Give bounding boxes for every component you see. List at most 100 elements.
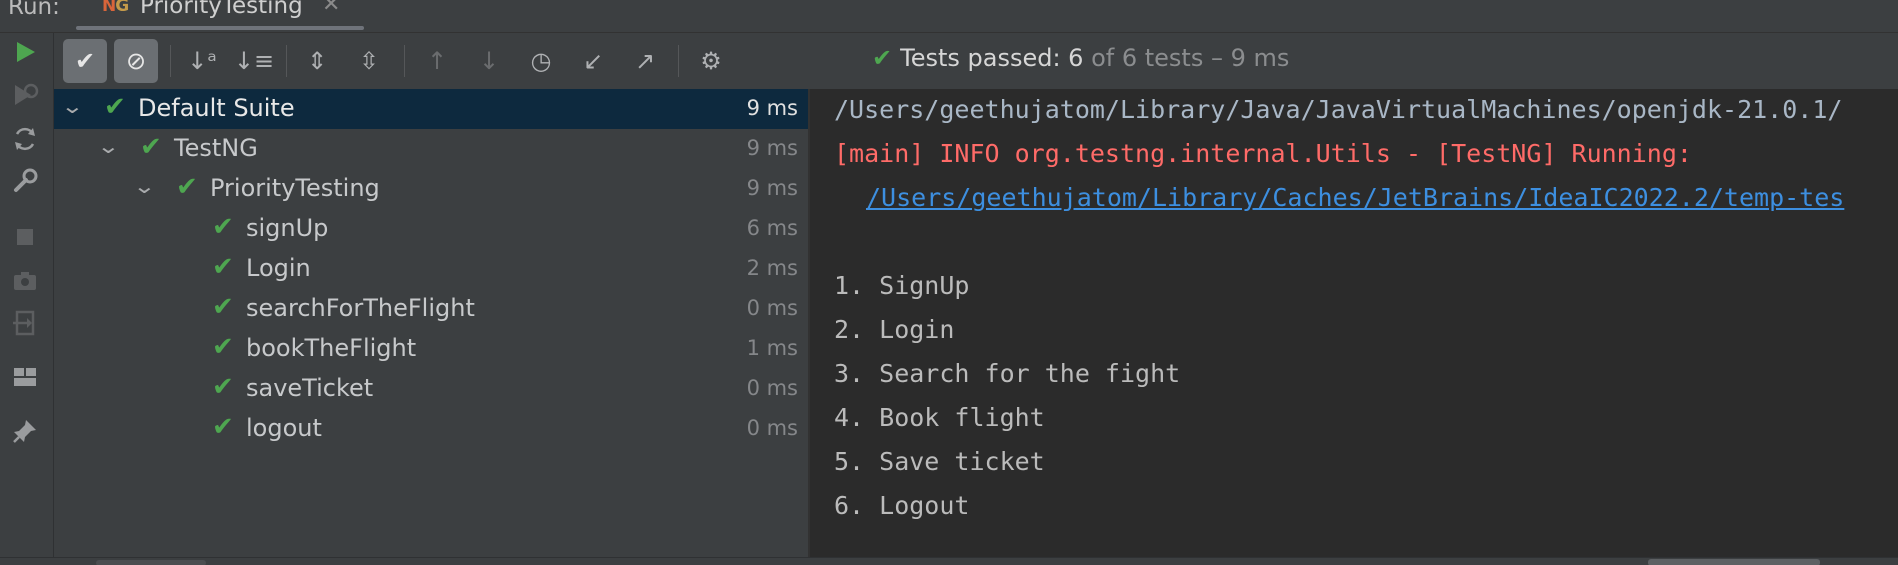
test-status: ✔ Tests passed: 6 of 6 tests – 9 ms xyxy=(872,44,1289,72)
show-ignored-button[interactable]: ⊘ xyxy=(114,39,158,83)
clock-icon: ◷ xyxy=(530,47,552,75)
chevron-down-icon[interactable]: ⌄ xyxy=(61,94,84,118)
console-output-line: 3. Search for the fight xyxy=(834,359,1181,388)
tree-row-test[interactable]: ✔ saveTicket 0 ms xyxy=(54,369,808,409)
tree-node-duration: 6 ms xyxy=(746,216,798,240)
settings-button[interactable]: ⚙ xyxy=(689,39,733,83)
active-tab-underline xyxy=(76,26,364,30)
show-passed-button[interactable]: ✔ xyxy=(63,39,107,83)
tree-node-duration: 0 ms xyxy=(746,296,798,320)
toolbar-separator xyxy=(286,45,287,77)
passed-check-icon: ✔ xyxy=(212,252,234,282)
console-output-line: 5. Save ticket xyxy=(834,447,1045,476)
expand-all-button[interactable]: ⇕ xyxy=(295,39,339,83)
previous-failed-button[interactable]: ↑ xyxy=(415,39,459,83)
testng-logo-icon: NG xyxy=(102,0,129,16)
rerun-failed-icon[interactable] xyxy=(9,79,41,111)
tree-node-label: Login xyxy=(246,254,311,282)
passed-check-icon: ✔ xyxy=(104,92,126,122)
sort-by-duration-icon: ↓≡ xyxy=(233,47,275,75)
tree-row-prioritytesting[interactable]: ⌄ ✔ PriorityTesting 9 ms xyxy=(54,169,808,209)
layout-icon[interactable] xyxy=(9,361,41,393)
status-summary: of 6 tests – 9 ms xyxy=(1083,44,1290,72)
show-passed-icon: ✔ xyxy=(74,47,96,75)
export-tests-button[interactable]: ↗ xyxy=(623,39,667,83)
console-output[interactable]: /Users/geethujatom/Library/Java/JavaVirt… xyxy=(810,89,1898,557)
console-output-line: 2. Login xyxy=(834,315,955,344)
test-runner-toolbar: ✔ ⊘ ↓ᵃ ↓≡ ⇕ ⇳ ↑ ↓ ◷ ↙ ↗ ⚙ ✔ Tests passed:… xyxy=(54,33,1898,89)
tree-node-duration: 2 ms xyxy=(746,256,798,280)
passed-check-icon: ✔ xyxy=(176,172,198,202)
console-info-line: [main] INFO org.testng.internal.Utils - … xyxy=(834,139,1692,168)
tree-row-test[interactable]: ✔ searchForTheFlight 0 ms xyxy=(54,289,808,329)
passed-check-icon: ✔ xyxy=(212,412,234,442)
console-java-path: /Users/geethujatom/Library/Java/JavaVirt… xyxy=(834,95,1843,124)
chevron-down-icon[interactable]: ⌄ xyxy=(133,174,156,198)
toolbar-separator xyxy=(404,45,405,77)
console-scrollbar-thumb[interactable] xyxy=(1648,559,1820,565)
export-icon: ↗ xyxy=(634,47,656,75)
import-icon: ↙ xyxy=(582,47,604,75)
toolbar-separator xyxy=(678,45,679,77)
sort-alphabetically-icon: ↓ᵃ xyxy=(187,47,217,75)
chevron-down-icon[interactable]: ⌄ xyxy=(97,134,120,158)
sort-alphabetically-button[interactable]: ↓ᵃ xyxy=(180,39,224,83)
tree-node-label: logout xyxy=(246,414,322,442)
test-history-button[interactable]: ◷ xyxy=(519,39,563,83)
sort-by-duration-button[interactable]: ↓≡ xyxy=(232,39,276,83)
close-tab-icon[interactable]: ✕ xyxy=(322,0,340,17)
toggle-auto-test-icon[interactable] xyxy=(9,123,41,155)
tree-node-label: signUp xyxy=(246,214,329,242)
toolbar-separator xyxy=(170,45,171,77)
show-ignored-icon: ⊘ xyxy=(125,47,147,75)
run-tab-prioritytesting[interactable]: NG PriorityTesting ✕ xyxy=(76,0,364,32)
collapse-all-icon: ⇳ xyxy=(358,47,380,75)
passed-check-icon: ✔ xyxy=(140,132,162,162)
passed-check-icon: ✔ xyxy=(872,44,893,72)
tree-row-test[interactable]: ✔ bookTheFlight 1 ms xyxy=(54,329,808,369)
passed-check-icon: ✔ xyxy=(212,332,234,362)
console-output-line: 6. Logout xyxy=(834,491,970,520)
tree-row-test[interactable]: ✔ signUp 6 ms xyxy=(54,209,808,249)
status-passed: Tests passed: 6 xyxy=(900,44,1084,72)
console-output-line: 4. Book flight xyxy=(834,403,1045,432)
tree-node-label: bookTheFlight xyxy=(246,334,417,362)
tree-node-duration: 0 ms xyxy=(746,416,798,440)
expand-all-icon: ⇕ xyxy=(306,47,328,75)
exit-icon[interactable] xyxy=(9,307,41,339)
import-tests-button[interactable]: ↙ xyxy=(571,39,615,83)
tree-row-testng[interactable]: ⌄ ✔ TestNG 9 ms xyxy=(54,129,808,169)
tree-node-duration: 9 ms xyxy=(746,136,798,160)
tree-node-label: Default Suite xyxy=(138,94,295,122)
tree-row-test[interactable]: ✔ Login 2 ms xyxy=(54,249,808,289)
run-label: Run: xyxy=(8,0,60,20)
tree-node-duration: 9 ms xyxy=(746,96,798,120)
console-output-line: 1. SignUp xyxy=(834,271,970,300)
gear-icon: ⚙ xyxy=(700,47,722,75)
tree-scrollbar-thumb[interactable] xyxy=(96,560,206,565)
next-failed-button[interactable]: ↓ xyxy=(467,39,511,83)
collapse-all-button[interactable]: ⇳ xyxy=(347,39,391,83)
arrow-up-icon: ↑ xyxy=(426,47,448,75)
run-bar: Run: NG PriorityTesting ✕ xyxy=(0,0,1898,32)
tree-node-duration: 9 ms xyxy=(746,176,798,200)
stop-icon[interactable] xyxy=(9,221,41,253)
passed-check-icon: ✔ xyxy=(212,212,234,242)
pin-icon[interactable] xyxy=(9,415,41,447)
console-suite-link[interactable]: /Users/geethujatom/Library/Caches/JetBra… xyxy=(866,183,1844,212)
tree-row-default-suite[interactable]: ⌄ ✔ Default Suite 9 ms xyxy=(54,89,808,129)
tree-node-label: PriorityTesting xyxy=(210,174,380,202)
testng-logo-g: G xyxy=(115,0,129,16)
tree-node-label: TestNG xyxy=(174,134,258,162)
testng-logo-n: N xyxy=(102,0,116,16)
tree-row-test[interactable]: ✔ logout 0 ms xyxy=(54,409,808,449)
run-tab-title: PriorityTesting xyxy=(140,0,303,19)
wrench-icon[interactable] xyxy=(9,165,41,197)
arrow-down-icon: ↓ xyxy=(478,47,500,75)
passed-check-icon: ✔ xyxy=(212,372,234,402)
tree-node-label: saveTicket xyxy=(246,374,374,402)
tree-node-label: searchForTheFlight xyxy=(246,294,475,322)
camera-icon[interactable] xyxy=(9,265,41,297)
horizontal-scrollbar-track xyxy=(0,557,1898,565)
rerun-icon[interactable] xyxy=(9,36,41,68)
